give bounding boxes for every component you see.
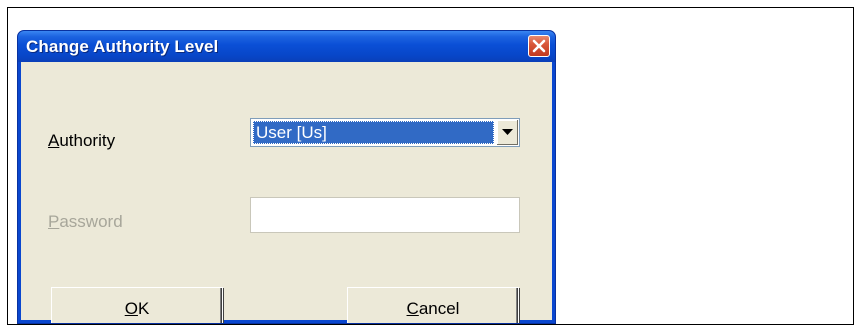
cancel-button-mnemonic: C [406,299,419,318]
close-icon [532,39,546,53]
chevron-down-icon [502,129,513,135]
authority-dropdown[interactable]: User [Us] [250,118,520,147]
close-button[interactable] [528,35,550,57]
cancel-button-label: ancel [418,299,460,318]
ok-button-mnemonic: O [124,299,138,318]
dialog-title: Change Authority Level [26,37,219,56]
change-authority-dialog: Change Authority Level Authority User [U… [17,30,556,324]
dialog-client-area: Authority User [Us] Password OK Cancel [21,62,552,323]
password-field[interactable] [250,197,520,233]
authority-label-mnemonic: A [48,131,60,150]
ok-button-label: K [137,299,150,318]
authority-label: Authority [48,131,115,151]
dropdown-arrow-button[interactable] [496,120,518,145]
authority-selected-value: User [Us] [253,121,494,144]
authority-label-text: uthority [59,131,116,150]
cancel-button[interactable]: Cancel [347,287,519,323]
password-label: Password [48,212,123,232]
dialog-titlebar[interactable]: Change Authority Level [18,31,555,62]
ok-button[interactable]: OK [51,287,223,323]
password-label-text: assword [59,212,123,231]
password-label-mnemonic: P [48,212,60,231]
